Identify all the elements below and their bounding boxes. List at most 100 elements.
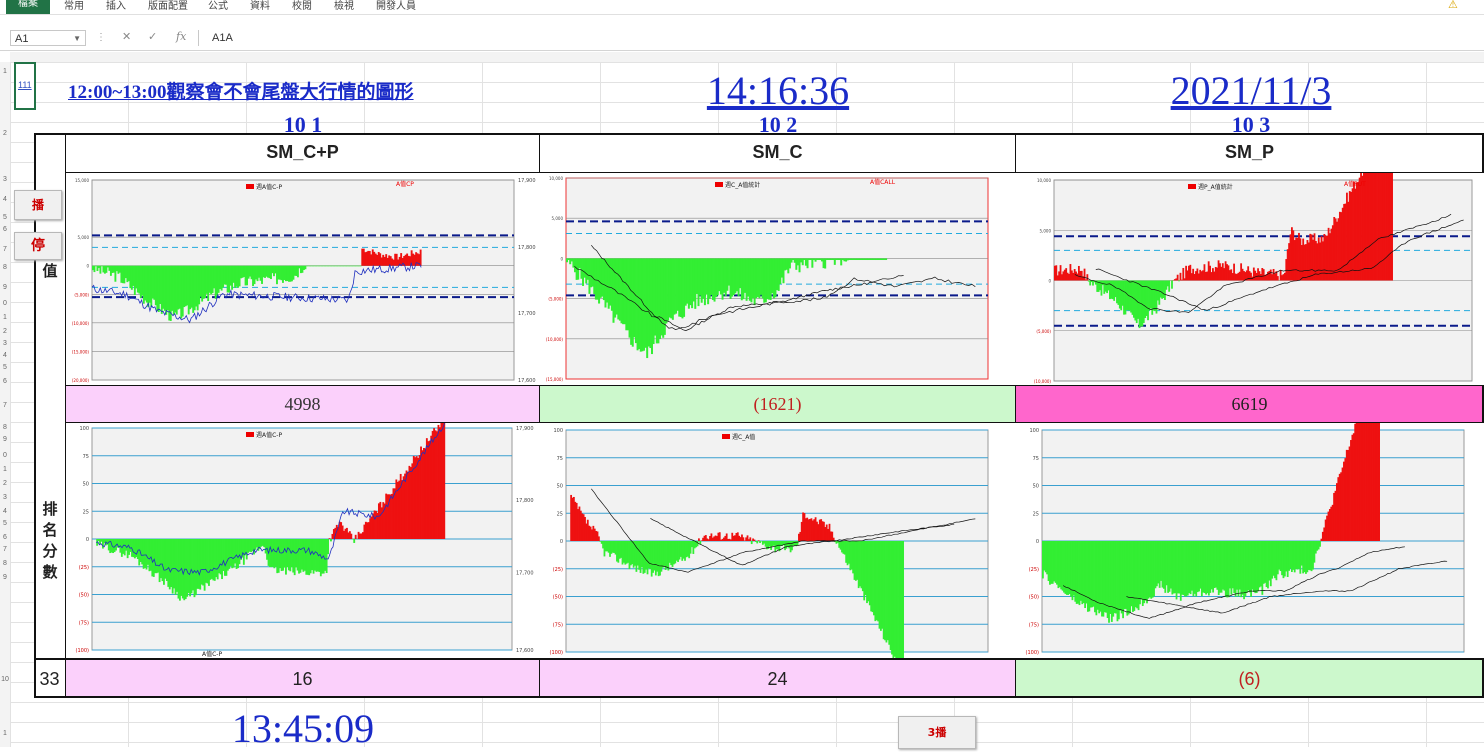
area-bar-positive (1177, 275, 1179, 281)
area-bar-positive (1180, 273, 1182, 281)
grip-icon: ⋮ (96, 32, 106, 43)
row-number: 5 (0, 214, 10, 221)
chart-sm-p-rank: 1007550250(25)(50)(75)(100) (1016, 423, 1484, 658)
left-tick-label: 50 (557, 484, 563, 490)
left-tick-label: 0 (86, 537, 89, 543)
left-tick-label: (5,000) (1036, 329, 1051, 334)
area-bar-positive (1084, 269, 1086, 281)
warning-icon[interactable]: ⚠ (1448, 0, 1458, 11)
area-bar-positive (754, 540, 756, 541)
legend-label: 週A值C-P (256, 183, 282, 191)
row-number: 1 (0, 314, 10, 321)
ribbon-tab-home[interactable]: 常用 (64, 0, 84, 12)
row-number: 6 (0, 226, 10, 233)
row-number: 7 (0, 546, 10, 553)
left-tick-label: (15,000) (72, 349, 90, 354)
selected-cell-text: 111 (18, 80, 32, 90)
chart-sm-cp-rank: 1007550250(25)(50)(75)(100)17,90017,8001… (66, 423, 540, 658)
selected-cell[interactable]: 111 (14, 62, 36, 110)
chevron-down-icon[interactable]: ▼ (73, 31, 81, 47)
row-number: 2 (0, 130, 10, 137)
ribbon-tab-formulas[interactable]: 公式 (208, 0, 228, 12)
row-number: 5 (0, 520, 10, 527)
area-bar-positive (1086, 274, 1088, 280)
row-number: 8 (0, 560, 10, 567)
left-tick-label: (100) (1026, 650, 1039, 656)
right-tick-label: 17,900 (516, 426, 534, 432)
left-tick-label: (5,000) (548, 297, 563, 302)
area-bar-positive (742, 537, 744, 541)
ribbon-tab-data[interactable]: 資料 (250, 0, 270, 12)
area-bar-positive (1378, 423, 1380, 541)
cancel-icon[interactable]: ✕ (122, 30, 131, 43)
row-number: 1 (0, 68, 10, 75)
row-number: 1 (0, 466, 10, 473)
right-tick-label: 17,700 (518, 311, 536, 317)
left-tick-label: 25 (1033, 511, 1039, 517)
left-tick-label: 25 (557, 511, 563, 517)
row-number: 5 (0, 364, 10, 371)
left-tick-label: 0 (1036, 539, 1039, 545)
ribbon-tab-developer[interactable]: 開發人員 (376, 0, 416, 12)
stop-button[interactable]: 停 (14, 232, 62, 260)
row-number: 3 (0, 176, 10, 183)
legend-swatch (715, 182, 723, 187)
left-tick-label: 100 (79, 426, 89, 432)
play-button[interactable]: 播 (14, 190, 62, 220)
legend-label: 週P_A值統計 (1198, 183, 1233, 191)
legend-swatch (246, 432, 254, 437)
legend-label: 週C_A值 (732, 433, 755, 441)
time-top: 14:16:36 (540, 68, 1016, 114)
area-bar-negative (756, 541, 758, 543)
x-axis-label: A值C-P (202, 650, 222, 658)
left-tick-label: 100 (553, 428, 563, 434)
row-number: 1 (0, 730, 10, 737)
name-box-value: A1 (15, 33, 28, 45)
left-tick-label: (25) (79, 565, 89, 571)
left-tick-label: (100) (76, 648, 89, 654)
chart-sm-c-rank: 1007550250(25)(50)(75)(100)週C_A值 (540, 423, 1016, 658)
row-number: 6 (0, 378, 10, 385)
left-tick-label: (15,000) (546, 377, 564, 382)
area-bar-negative (99, 266, 101, 274)
row-number: 7 (0, 402, 10, 409)
formula-actions: ✕ ✓ fx (112, 30, 199, 46)
left-tick-label: (50) (1029, 595, 1039, 601)
area-bar-positive (443, 423, 445, 539)
chart-tag: A值PUT (1344, 180, 1366, 188)
left-tick-label: (5,000) (74, 292, 89, 297)
right-tick-label: 17,600 (516, 648, 534, 654)
ribbon-tab-layout[interactable]: 版面配置 (148, 0, 188, 12)
row-number: 2 (0, 480, 10, 487)
chart-sm-c-value: 10,0005,0000(5,000)(10,000)(15,000)週C_A值… (540, 173, 1016, 385)
right-tick-label: 17,600 (518, 378, 536, 384)
legend-swatch (722, 434, 730, 439)
right-tick-label: 17,900 (518, 178, 536, 184)
chart-tag: A值CP (396, 180, 414, 188)
ribbon-tab-review[interactable]: 校閱 (292, 0, 312, 12)
legend-swatch (246, 184, 254, 189)
left-tick-label: 5,000 (1040, 228, 1052, 233)
ribbon-tab-view[interactable]: 檢視 (334, 0, 354, 12)
left-tick-label: 5,000 (78, 235, 90, 240)
row-number: 4 (0, 508, 10, 515)
left-tick-label: 75 (557, 456, 563, 462)
enter-icon[interactable]: ✓ (148, 30, 157, 43)
row-number: 6 (0, 534, 10, 541)
legend-swatch (1188, 184, 1196, 189)
area-bar-negative (1319, 541, 1321, 547)
left-tick-label: 10,000 (549, 176, 563, 181)
play3-button[interactable]: 3播 (898, 716, 976, 749)
area-bar-positive (355, 535, 357, 539)
ribbon-tab-insert[interactable]: 插入 (106, 0, 126, 12)
left-tick-label: (10,000) (1034, 379, 1052, 384)
row-number: 8 (0, 424, 10, 431)
area-bar-negative (330, 539, 332, 541)
formula-input[interactable]: A1A (204, 30, 1482, 46)
ribbon-tab-file[interactable]: 檔案 (6, 0, 50, 14)
function-icon[interactable]: fx (176, 30, 186, 43)
area-bar-negative (751, 541, 753, 544)
name-box[interactable]: A1 ▼ (10, 30, 86, 46)
row-number: 0 (0, 300, 10, 307)
left-tick-label: 75 (83, 454, 89, 460)
